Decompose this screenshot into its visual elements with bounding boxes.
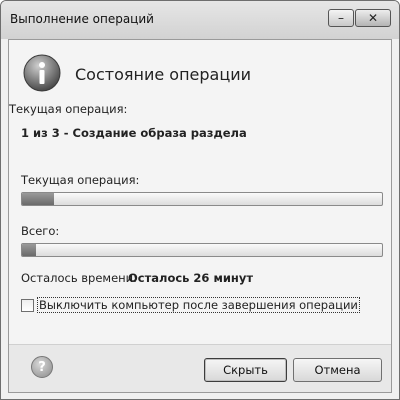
current-progress-fill [22, 193, 55, 205]
total-progress-label: Всего: [21, 224, 60, 238]
time-left-value: Осталось 26 минут [128, 271, 254, 285]
total-progress-fill [22, 244, 37, 256]
minimize-button[interactable]: – [328, 9, 354, 27]
button-bar: ? Скрыть Отмена [9, 344, 391, 392]
hide-button[interactable]: Скрыть [204, 358, 287, 382]
close-button[interactable]: ✕ [355, 9, 391, 27]
help-button[interactable]: ? [31, 356, 53, 378]
shutdown-checkbox[interactable] [21, 298, 34, 312]
shutdown-checkbox-label[interactable]: Выключить компьютер после завершения опе… [37, 297, 360, 313]
title-bar[interactable]: Выполнение операций – ✕ [1, 1, 399, 39]
close-icon: ✕ [367, 11, 379, 25]
total-progress-bar [21, 243, 383, 257]
shutdown-option[interactable]: Выключить компьютер после завершения опе… [21, 297, 360, 313]
current-progress-label: Текущая операция: [21, 173, 140, 187]
window-title: Выполнение операций [10, 12, 154, 26]
current-operation-label: Текущая операция: [9, 102, 128, 116]
info-icon [23, 54, 61, 92]
dialog-content: Состояние операции Текущая операция: 1 и… [8, 39, 392, 393]
current-operation-value: 1 из 3 - Создание образа раздела [21, 126, 247, 140]
current-progress-bar [21, 192, 383, 206]
help-icon: ? [38, 359, 46, 375]
cancel-button[interactable]: Отмена [293, 358, 382, 382]
operations-window: Выполнение операций – ✕ Состояние операц… [0, 0, 400, 400]
minimize-icon: – [338, 11, 344, 25]
time-left-label: Осталось времени: [21, 271, 138, 285]
status-heading: Состояние операции [75, 65, 252, 84]
